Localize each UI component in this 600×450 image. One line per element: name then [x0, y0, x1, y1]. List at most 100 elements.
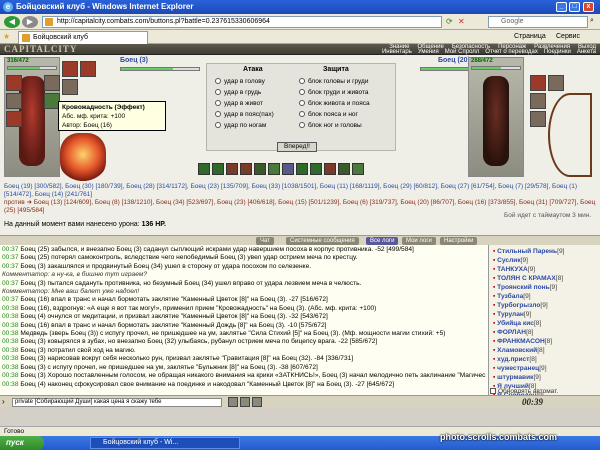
left-character-avatar[interactable]: [19, 76, 45, 166]
spell-icon[interactable]: [198, 163, 210, 175]
start-button[interactable]: пуск: [0, 436, 44, 450]
close-button[interactable]: x: [583, 2, 594, 12]
attack-option-legs[interactable]: удар по ногам: [215, 122, 266, 130]
online-user-name: ФОРЛАН: [497, 329, 527, 336]
online-user[interactable]: ▪ Стильный Парень[9]: [493, 247, 596, 256]
left-amulet-slot[interactable]: [6, 93, 22, 109]
log-time: 00:38: [2, 380, 19, 388]
online-user[interactable]: ▪ ФОРЛАН[8]: [493, 328, 596, 337]
spell-icon[interactable]: [324, 163, 336, 175]
tab-chat[interactable]: Чат: [256, 237, 274, 245]
log-time: 00:38: [2, 321, 19, 329]
defense-title: Защита: [323, 66, 349, 73]
online-user[interactable]: ▪ ТАНКУХА[9]: [493, 265, 596, 274]
spell-icon[interactable]: [268, 163, 280, 175]
attack-option-waist[interactable]: удар в пояс(пах): [215, 111, 274, 119]
defense-option-chest-belly[interactable]: блок груди и живота: [299, 89, 369, 97]
stop-icon[interactable]: ✕: [458, 17, 465, 26]
right-helmet-slot[interactable]: [530, 75, 546, 91]
online-user[interactable]: ▪ ТОЛЯН С КРАМАХ[8]: [493, 274, 596, 283]
game-header: CAPITALCITY Знание Общение Безопасность …: [0, 44, 600, 55]
online-user[interactable]: ▪ чужестранец[9]: [493, 364, 596, 373]
attack-option-belly[interactable]: удар в живот: [215, 100, 263, 108]
right-hp-text: 288/472: [471, 58, 493, 64]
spell-icon[interactable]: [226, 163, 238, 175]
defense-option-waist-legs[interactable]: блок пояса и ног: [299, 111, 358, 119]
tab-all-logs[interactable]: Все логи: [366, 237, 399, 245]
left-earrings-slot[interactable]: [44, 75, 60, 91]
tools-menu[interactable]: Сервис: [556, 32, 580, 42]
right-weapon-slot[interactable]: [530, 111, 546, 127]
online-user[interactable]: ▪ Турулан[9]: [493, 310, 596, 319]
minimize-button[interactable]: _: [556, 2, 567, 12]
auto-refresh-option[interactable]: Обновлять автомат.: [490, 388, 558, 395]
online-user-name: ТОЛЯН С КРАМАХ: [497, 275, 556, 282]
left-helmet-slot[interactable]: [6, 75, 22, 91]
left-fighter-name[interactable]: Боец (3): [120, 57, 148, 64]
forward-button[interactable]: ▶: [22, 16, 38, 28]
url-text: http://capitalcity.combats.com/buttons.p…: [57, 18, 270, 25]
online-user-name: Стильный Парень: [497, 248, 558, 255]
favorites-star-icon[interactable]: ★: [3, 32, 10, 41]
tab-system-messages[interactable]: Системные сообщения: [286, 237, 359, 245]
defense-option-head-chest[interactable]: блок головы и груди: [299, 78, 368, 86]
defense-option-legs-head[interactable]: блок ног и головы: [299, 122, 362, 130]
online-user[interactable]: ▪ Турбогрызло[9]: [493, 301, 596, 310]
log-line: 00:38 Боец (4) очнулся от медитации, и п…: [2, 313, 486, 321]
spell-icon[interactable]: [352, 163, 364, 175]
left-weapon-slot[interactable]: [6, 111, 22, 127]
log-line: 00:38 Боец (16) впал в транс и начал бор…: [2, 322, 486, 330]
url-field[interactable]: http://capitalcity.combats.com/buttons.p…: [42, 16, 442, 28]
online-user[interactable]: ▪ ФРАНКМАСОН[8]: [493, 337, 596, 346]
scroll-slot-3[interactable]: [62, 79, 78, 95]
online-user[interactable]: ▪ Хламовский[8]: [493, 346, 596, 355]
filter-icon[interactable]: [252, 397, 262, 407]
spell-icon[interactable]: [282, 163, 294, 175]
attack-submit-button[interactable]: Вперед!!: [277, 142, 317, 152]
back-button[interactable]: ◀: [4, 16, 20, 28]
right-armor-slot[interactable]: [530, 93, 546, 109]
tab-settings[interactable]: Настройки: [440, 237, 478, 245]
online-user[interactable]: ▪ Троянский понь[9]: [493, 283, 596, 292]
online-user[interactable]: ▪ Тузбала[9]: [493, 292, 596, 301]
page-menu[interactable]: Страница: [514, 32, 546, 42]
log-text: Боец (4) очнулся от медитации, и призвал…: [20, 313, 328, 321]
right-bow-slot[interactable]: [548, 75, 564, 91]
online-user-level: [8]: [537, 347, 545, 354]
spell-icon[interactable]: [310, 163, 322, 175]
online-user[interactable]: ▪ штурмавик[9]: [493, 373, 596, 382]
chat-send-icon[interactable]: ›: [2, 397, 5, 406]
online-user[interactable]: ▪ худ.прист[8]: [493, 355, 596, 364]
search-icon[interactable]: ⌕: [590, 17, 594, 25]
clear-icon[interactable]: [240, 397, 250, 407]
attack-option-chest[interactable]: удар в грудь: [215, 89, 261, 97]
tab-title: Бойцовский клуб: [33, 34, 89, 41]
defense-option-belly-waist[interactable]: блок живота и пояса: [299, 100, 370, 108]
right-fighter-name[interactable]: Боец (20): [438, 57, 470, 64]
spell-icon[interactable]: [212, 163, 224, 175]
chat-input[interactable]: private [Собирающий Души] какая цена я с…: [12, 398, 222, 407]
right-character-panel: 288/472: [468, 57, 524, 177]
refresh-icon[interactable]: ⟳: [446, 17, 453, 26]
right-character-avatar[interactable]: [483, 76, 509, 166]
left-hp-bar: [7, 66, 57, 70]
smiley-icon[interactable]: [228, 397, 238, 407]
online-user-level: [8]: [529, 356, 537, 363]
spell-icon[interactable]: [254, 163, 266, 175]
auto-refresh-checkbox[interactable]: [490, 388, 496, 394]
tab-my-logs[interactable]: Мои логи: [402, 237, 436, 245]
spell-icon[interactable]: [240, 163, 252, 175]
attack-option-head[interactable]: удар в голову: [215, 78, 265, 86]
bow-icon: [548, 93, 592, 177]
online-user[interactable]: ▪ Убийца кис[8]: [493, 319, 596, 328]
taskbar-item[interactable]: Бойцовский клуб - Wi...: [90, 437, 240, 449]
maximize-button[interactable]: □: [569, 2, 580, 12]
online-user[interactable]: ▪ Суслик[9]: [493, 256, 596, 265]
tooltip-author: Автор: Боец (16): [62, 122, 112, 129]
scroll-slot-2[interactable]: [80, 61, 96, 77]
search-input[interactable]: Google: [488, 16, 588, 28]
browser-tab[interactable]: Бойцовский клуб: [18, 31, 148, 44]
scroll-slot-1[interactable]: [62, 61, 78, 77]
spell-icon[interactable]: [338, 163, 350, 175]
spell-icon[interactable]: [296, 163, 308, 175]
